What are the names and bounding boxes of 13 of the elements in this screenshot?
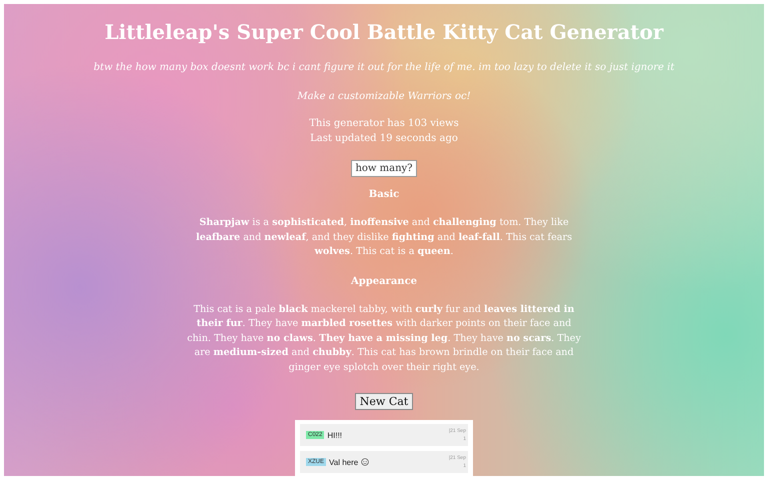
tagline-text: Make a customizable Warriors oc! (297, 91, 471, 102)
comment-text: HI!!! (327, 430, 342, 440)
views-text: This generator has 103 views (309, 117, 459, 131)
new-cat-button[interactable]: New Cat (354, 393, 414, 410)
section-heading: Basic (368, 189, 400, 200)
description-paragraph: Sharpjaw is a sophisticated, inoffensive and challenging tom. They like leafbare and newleaf, and they dislike fighting and leaf-fall. This cat fears wolves. This cat is a queen. (194, 216, 574, 259)
note-text: btw the how many box doesnt work bc i cant figure it out for the life of me. im too lazy to delete it so just ignore it (94, 62, 674, 73)
comment-text: Val here (329, 458, 358, 466)
description-paragraph: This cat is a pale black mackerel tabby, with curly fur and leaves littered in their fur. They have marbled rosettes with darker points on their face and chin. They have no claws. They have a missing leg. They have no scars. They are medium-sized and chubby. This cat has brown brindle on their face and ginger eye splotch over their right eye. (186, 302, 582, 374)
page-title: Littleleap's Super Cool Battle Kitty Cat Generator (104, 20, 664, 44)
section-heading: Appearance (350, 276, 418, 286)
how-many-field[interactable]: how many? (351, 160, 417, 177)
updated-text: Last updated 19 seconds ago (309, 132, 459, 146)
